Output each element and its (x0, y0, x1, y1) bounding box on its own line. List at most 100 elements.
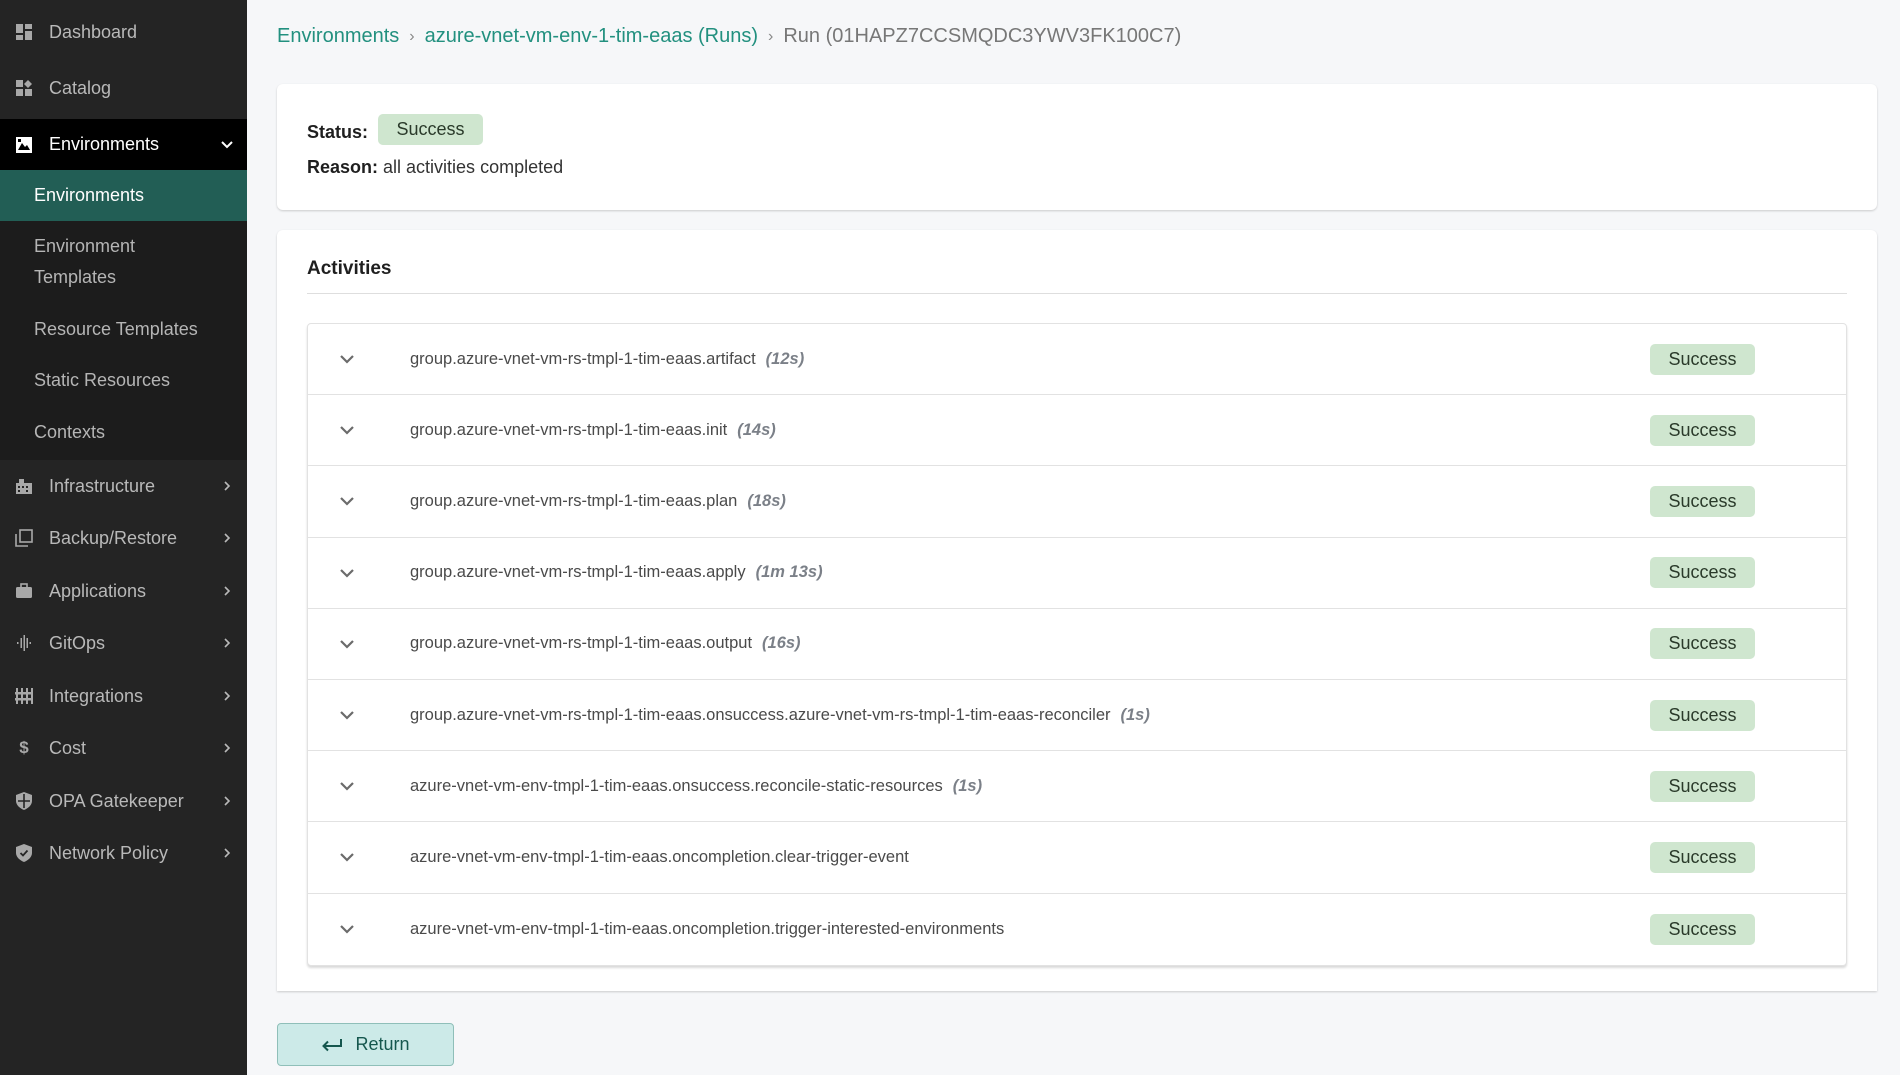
chevron-down-icon[interactable] (332, 415, 362, 445)
sidebar-item-label: Applications (49, 580, 147, 601)
sidebar-item-gitops[interactable]: GitOps (0, 617, 247, 669)
return-button[interactable]: Return (277, 1023, 454, 1066)
chevron-down-icon[interactable] (332, 914, 362, 944)
sidebar-item-cost[interactable]: $ Cost (0, 722, 247, 774)
chevron-down-icon[interactable] (332, 700, 362, 730)
sidebar-item-label: Backup/Restore (49, 527, 178, 548)
activity-status-badge: Success (1650, 770, 1755, 802)
chevron-down-icon[interactable] (332, 842, 362, 872)
activity-row[interactable]: group.azure-vnet-vm-rs-tmpl-1-tim-eaas.a… (308, 324, 1846, 396)
run-status-card: Status: Success Reason: all activities c… (277, 84, 1877, 210)
chevron-right-icon (217, 847, 237, 859)
status-label: Status: (307, 122, 369, 142)
submenu-item-environment-templates[interactable]: Environment Templates (0, 230, 247, 294)
sidebar-item-integrations[interactable]: Integrations (0, 670, 247, 722)
chevron-down-icon[interactable] (332, 771, 362, 801)
backup-restore-icon (14, 528, 34, 548)
activity-status-badge: Success (1650, 485, 1755, 517)
cost-icon: $ (19, 738, 29, 757)
chevron-down-icon[interactable] (332, 629, 362, 659)
reason-label: Reason: (307, 157, 379, 177)
activity-row[interactable]: group.azure-vnet-vm-rs-tmpl-1-tim-eaas.o… (308, 609, 1846, 680)
sidebar-item-label: GitOps (49, 632, 106, 653)
activity-name: group.azure-vnet-vm-rs-tmpl-1-tim-eaas.a… (410, 349, 756, 368)
breadcrumb-runs-link[interactable]: azure-vnet-vm-env-1-tim-eaas (Runs) (425, 25, 758, 48)
sidebar-item-infrastructure[interactable]: Infrastructure (0, 460, 247, 512)
submenu-label: Static Resources (34, 369, 171, 390)
chevron-right-icon (217, 637, 237, 649)
activity-name: azure-vnet-vm-env-tmpl-1-tim-eaas.oncomp… (410, 847, 909, 866)
breadcrumb-separator: › (768, 27, 774, 45)
sidebar-item-network-policy[interactable]: Network Policy (0, 827, 247, 879)
sidebar-item-backup-restore[interactable]: Backup/Restore (0, 512, 247, 564)
activity-duration: (18s) (747, 491, 786, 510)
activity-status-badge: Success (1650, 628, 1755, 660)
submenu-item-contexts[interactable]: Contexts (0, 412, 247, 452)
submenu-item-resource-templates[interactable]: Resource Templates (0, 309, 247, 349)
activity-status-badge: Success (1650, 557, 1755, 589)
activity-duration: (1m 13s) (755, 563, 823, 582)
applications-icon (14, 581, 34, 601)
dashboard-icon (14, 22, 34, 42)
submenu-label: Environments (34, 185, 145, 205)
chevron-right-icon (217, 690, 237, 702)
sidebar-item-label: Network Policy (49, 842, 169, 863)
breadcrumb-environments-link[interactable]: Environments (277, 25, 399, 48)
status-badge: Success (378, 114, 484, 145)
submenu-item-environments[interactable]: Environments (0, 170, 247, 221)
activity-name: group.azure-vnet-vm-rs-tmpl-1-tim-eaas.a… (410, 563, 746, 582)
activity-row[interactable]: azure-vnet-vm-env-tmpl-1-tim-eaas.oncomp… (308, 822, 1846, 894)
sidebar-item-environments[interactable]: Environments (0, 119, 247, 170)
sidebar-item-catalog[interactable]: Catalog (0, 62, 247, 114)
breadcrumb: Environments › azure-vnet-vm-env-1-tim-e… (277, 25, 1181, 48)
sidebar-item-opa-gatekeeper[interactable]: OPA Gatekeeper (0, 775, 247, 827)
submenu-item-static-resources[interactable]: Static Resources (0, 360, 247, 400)
activity-row[interactable]: group.azure-vnet-vm-rs-tmpl-1-tim-eaas.o… (308, 680, 1846, 752)
submenu-label: Environment (34, 236, 136, 256)
sidebar-item-label: Cost (49, 737, 87, 758)
activities-card: Activities group.azure-vnet-vm-rs-tmpl-1… (277, 230, 1877, 991)
activity-row[interactable]: azure-vnet-vm-env-tmpl-1-tim-eaas.onsucc… (308, 751, 1846, 823)
activity-duration: (12s) (765, 349, 805, 368)
activities-title: Activities (307, 258, 392, 279)
activity-name: group.azure-vnet-vm-rs-tmpl-1-tim-eaas.o… (410, 705, 1111, 724)
activity-row[interactable]: group.azure-vnet-vm-rs-tmpl-1-tim-eaas.p… (308, 466, 1846, 538)
breadcrumb-current: Run (01HAPZ7CCSMQDC3YWV3FK100C7) (783, 25, 1182, 47)
submenu-label: Resource Templates (34, 318, 198, 339)
activity-row[interactable]: group.azure-vnet-vm-rs-tmpl-1-tim-eaas.a… (308, 538, 1846, 609)
activity-name: group.azure-vnet-vm-rs-tmpl-1-tim-eaas.p… (410, 491, 738, 510)
activity-duration: (14s) (737, 420, 776, 439)
activity-duration: (1s) (952, 776, 983, 795)
sidebar-item-label: Environments (49, 134, 160, 154)
submenu-label: Templates (34, 267, 117, 287)
activity-name: azure-vnet-vm-env-tmpl-1-tim-eaas.onsucc… (410, 776, 943, 795)
chevron-down-icon[interactable] (332, 344, 362, 374)
sidebar-item-applications[interactable]: Applications (0, 565, 247, 617)
chevron-right-icon (217, 480, 237, 492)
activity-status-badge: Success (1650, 699, 1755, 731)
chevron-right-icon (217, 742, 237, 754)
activity-name: group.azure-vnet-vm-rs-tmpl-1-tim-eaas.o… (410, 634, 753, 653)
shield-icon (14, 791, 34, 811)
sidebar-item-label: Integrations (49, 685, 144, 706)
environments-icon (14, 135, 34, 155)
chevron-down-icon[interactable] (332, 558, 362, 588)
submenu-label: Contexts (34, 421, 106, 442)
activity-duration: (16s) (762, 634, 801, 653)
activity-status-badge: Success (1650, 913, 1755, 945)
sidebar-item-label: OPA Gatekeeper (49, 790, 184, 811)
gitops-icon (14, 633, 34, 653)
breadcrumb-separator: › (409, 27, 415, 45)
shield-check-icon (14, 843, 34, 863)
sidebar-item-dashboard[interactable]: Dashboard (0, 6, 247, 58)
activity-row[interactable]: group.azure-vnet-vm-rs-tmpl-1-tim-eaas.i… (308, 395, 1846, 467)
activity-status-badge: Success (1650, 414, 1755, 446)
reason-value: all activities completed (383, 157, 564, 177)
activity-duration: (1s) (1120, 705, 1150, 724)
sidebar-item-label: Infrastructure (49, 475, 156, 496)
chevron-down-icon[interactable] (332, 486, 362, 516)
chevron-right-icon (217, 532, 237, 544)
activity-list: group.azure-vnet-vm-rs-tmpl-1-tim-eaas.a… (307, 323, 1847, 966)
sidebar: Dashboard Catalog Environments Environme… (0, 0, 247, 1075)
activity-row[interactable]: azure-vnet-vm-env-tmpl-1-tim-eaas.oncomp… (308, 894, 1846, 965)
